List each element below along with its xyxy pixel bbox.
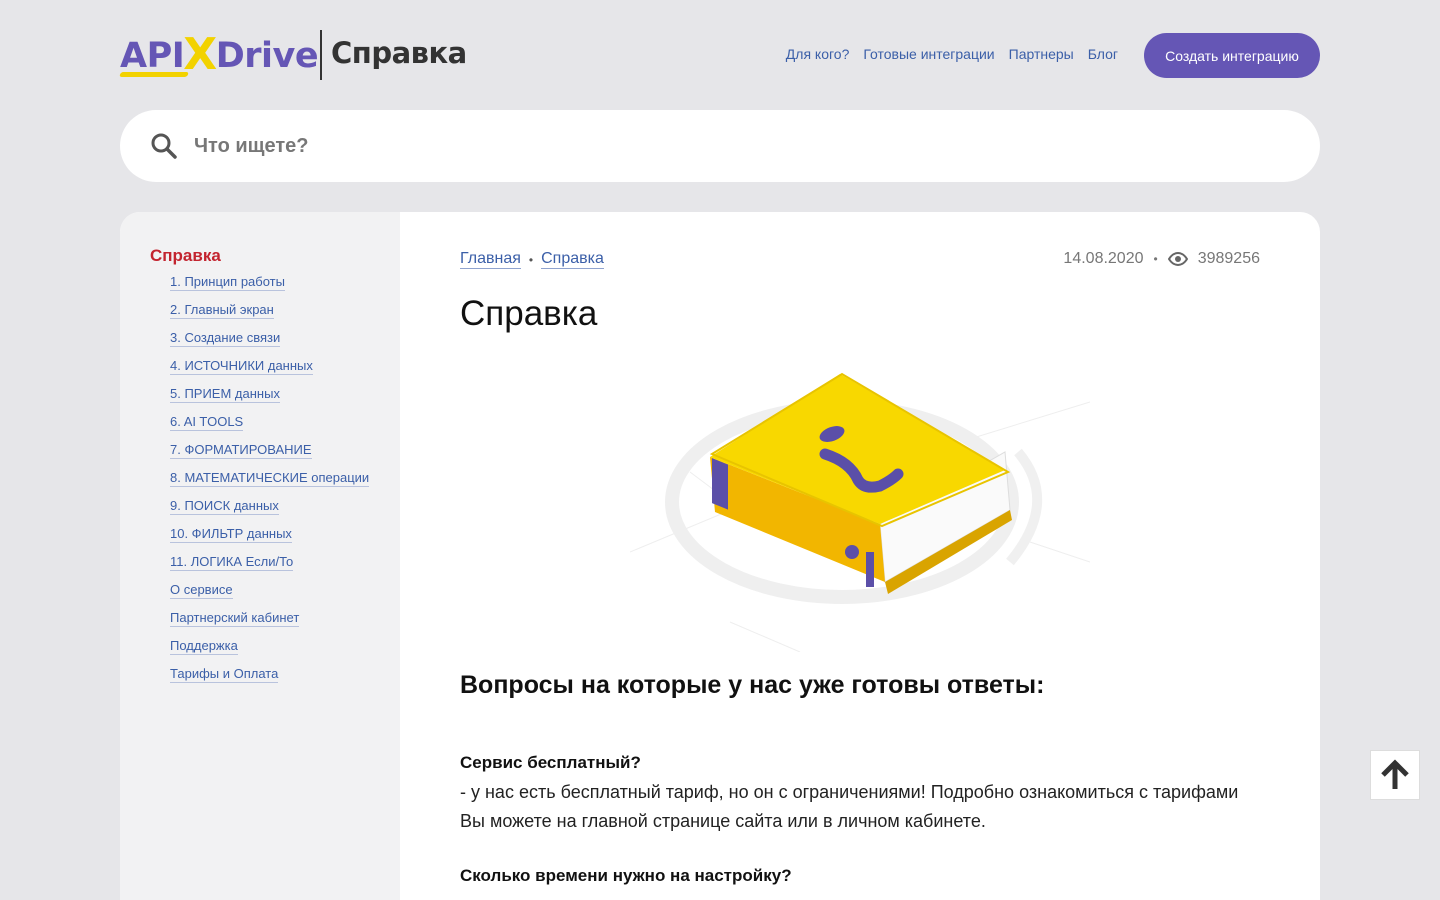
breadcrumb-separator: • xyxy=(528,252,534,267)
logo-api-text: API xyxy=(120,36,185,76)
sidebar-item: 4. ИСТОЧНИКИ данных xyxy=(170,358,369,386)
sidebar-item: 5. ПРИЕМ данных xyxy=(170,386,369,414)
sidebar: Справка 1. Принцип работы 2. Главный экр… xyxy=(120,212,400,900)
logo-drive-text: Drive xyxy=(215,36,319,76)
sidebar-item: 7. ФОРМАТИРОВАНИЕ xyxy=(170,442,369,470)
apixdrive-logo[interactable]: API X Drive xyxy=(119,28,319,84)
breadcrumb: Главная • Справка xyxy=(460,250,604,269)
eye-icon xyxy=(1167,252,1188,266)
sidebar-item-math[interactable]: 8. МАТЕМАТИЧЕСКИЕ операции xyxy=(170,470,370,487)
sidebar-item-support[interactable]: Поддержка xyxy=(170,638,238,655)
search-bar xyxy=(120,110,1320,182)
sidebar-item: 2. Главный экран xyxy=(170,302,369,330)
faq-list: Сервис бесплатный? - у нас есть бесплатн… xyxy=(460,752,1260,887)
nav-link-partners[interactable]: Партнеры xyxy=(1009,46,1074,62)
sidebar-item: 8. МАТЕМАТИЧЕСКИЕ операции xyxy=(170,470,370,498)
faq-heading: Вопросы на которые у нас уже готовы отве… xyxy=(460,671,1045,699)
nav-link-integrations[interactable]: Готовые интеграции xyxy=(863,46,994,62)
sidebar-item: 11. ЛОГИКА Если/То xyxy=(170,554,369,582)
sidebar-item: 3. Создание связи xyxy=(170,330,369,358)
nav-link-for-whom[interactable]: Для кого? xyxy=(786,46,850,62)
faq-answer: - у нас есть бесплатный тариф, но он с о… xyxy=(460,782,1239,831)
article-meta: 14.08.2020 • 3989256 xyxy=(1063,250,1260,268)
nav-link-blog[interactable]: Блог xyxy=(1088,46,1118,62)
sidebar-list: 1. Принцип работы 2. Главный экран 3. Со… xyxy=(170,274,370,694)
top-nav: Для кого? Готовые интеграции Партнеры Бл… xyxy=(786,46,1118,62)
views-count: 3989256 xyxy=(1197,250,1260,267)
book-info-illustration xyxy=(630,372,1090,652)
sidebar-item-pricing[interactable]: Тарифы и Оплата xyxy=(170,666,279,683)
sidebar-item-ai-tools[interactable]: 6. AI TOOLS xyxy=(170,414,244,431)
sidebar-item: О сервисе xyxy=(170,582,369,610)
sidebar-item-search-data[interactable]: 9. ПОИСК данных xyxy=(170,498,279,515)
sidebar-item: 6. AI TOOLS xyxy=(170,414,369,442)
arrow-up-icon xyxy=(1381,759,1409,789)
sidebar-item: Поддержка xyxy=(170,638,369,666)
sidebar-title[interactable]: Справка xyxy=(150,246,221,266)
search-icon[interactable] xyxy=(150,132,178,160)
sidebar-item-principle[interactable]: 1. Принцип работы xyxy=(170,274,285,291)
breadcrumb-home[interactable]: Главная xyxy=(460,250,521,269)
faq-question: Сервис бесплатный? xyxy=(460,753,641,772)
header: API X Drive Справка Для кого? Готовые ин… xyxy=(119,28,1320,84)
sidebar-item: Тарифы и Оплата xyxy=(170,666,369,694)
sidebar-item-receivers[interactable]: 5. ПРИЕМ данных xyxy=(170,386,280,403)
logo-section-title: Справка xyxy=(331,36,467,70)
sidebar-item-create-link[interactable]: 3. Создание связи xyxy=(170,330,281,347)
faq-question: Сколько времени нужно на настройку? xyxy=(460,866,792,885)
meta-separator: • xyxy=(1153,252,1158,266)
sidebar-item-sources[interactable]: 4. ИСТОЧНИКИ данных xyxy=(170,358,313,375)
sidebar-item-formatting[interactable]: 7. ФОРМАТИРОВАНИЕ xyxy=(170,442,312,459)
breadcrumb-current[interactable]: Справка xyxy=(541,250,604,269)
scroll-to-top-button[interactable] xyxy=(1370,750,1420,800)
search-input[interactable] xyxy=(194,128,1274,164)
logo-underline xyxy=(119,72,189,77)
sidebar-item: 9. ПОИСК данных xyxy=(170,498,369,526)
main-card: Справка 1. Принцип работы 2. Главный экр… xyxy=(120,212,1320,900)
page-title: Справка xyxy=(460,294,598,333)
sidebar-item: 10. ФИЛЬТР данных xyxy=(170,526,369,554)
create-integration-button[interactable]: Создать интеграцию xyxy=(1144,33,1320,78)
sidebar-item: 1. Принцип работы xyxy=(170,274,369,302)
sidebar-item-main-screen[interactable]: 2. Главный экран xyxy=(170,302,274,319)
sidebar-item-about[interactable]: О сервисе xyxy=(170,582,233,599)
publish-date: 14.08.2020 xyxy=(1063,250,1144,267)
logo-divider xyxy=(320,30,322,80)
sidebar-item-partner-cabinet[interactable]: Партнерский кабинет xyxy=(170,610,300,627)
sidebar-item-filter[interactable]: 10. ФИЛЬТР данных xyxy=(170,526,292,543)
sidebar-item: Партнерский кабинет xyxy=(170,610,369,638)
sidebar-item-logic[interactable]: 11. ЛОГИКА Если/То xyxy=(170,554,294,571)
